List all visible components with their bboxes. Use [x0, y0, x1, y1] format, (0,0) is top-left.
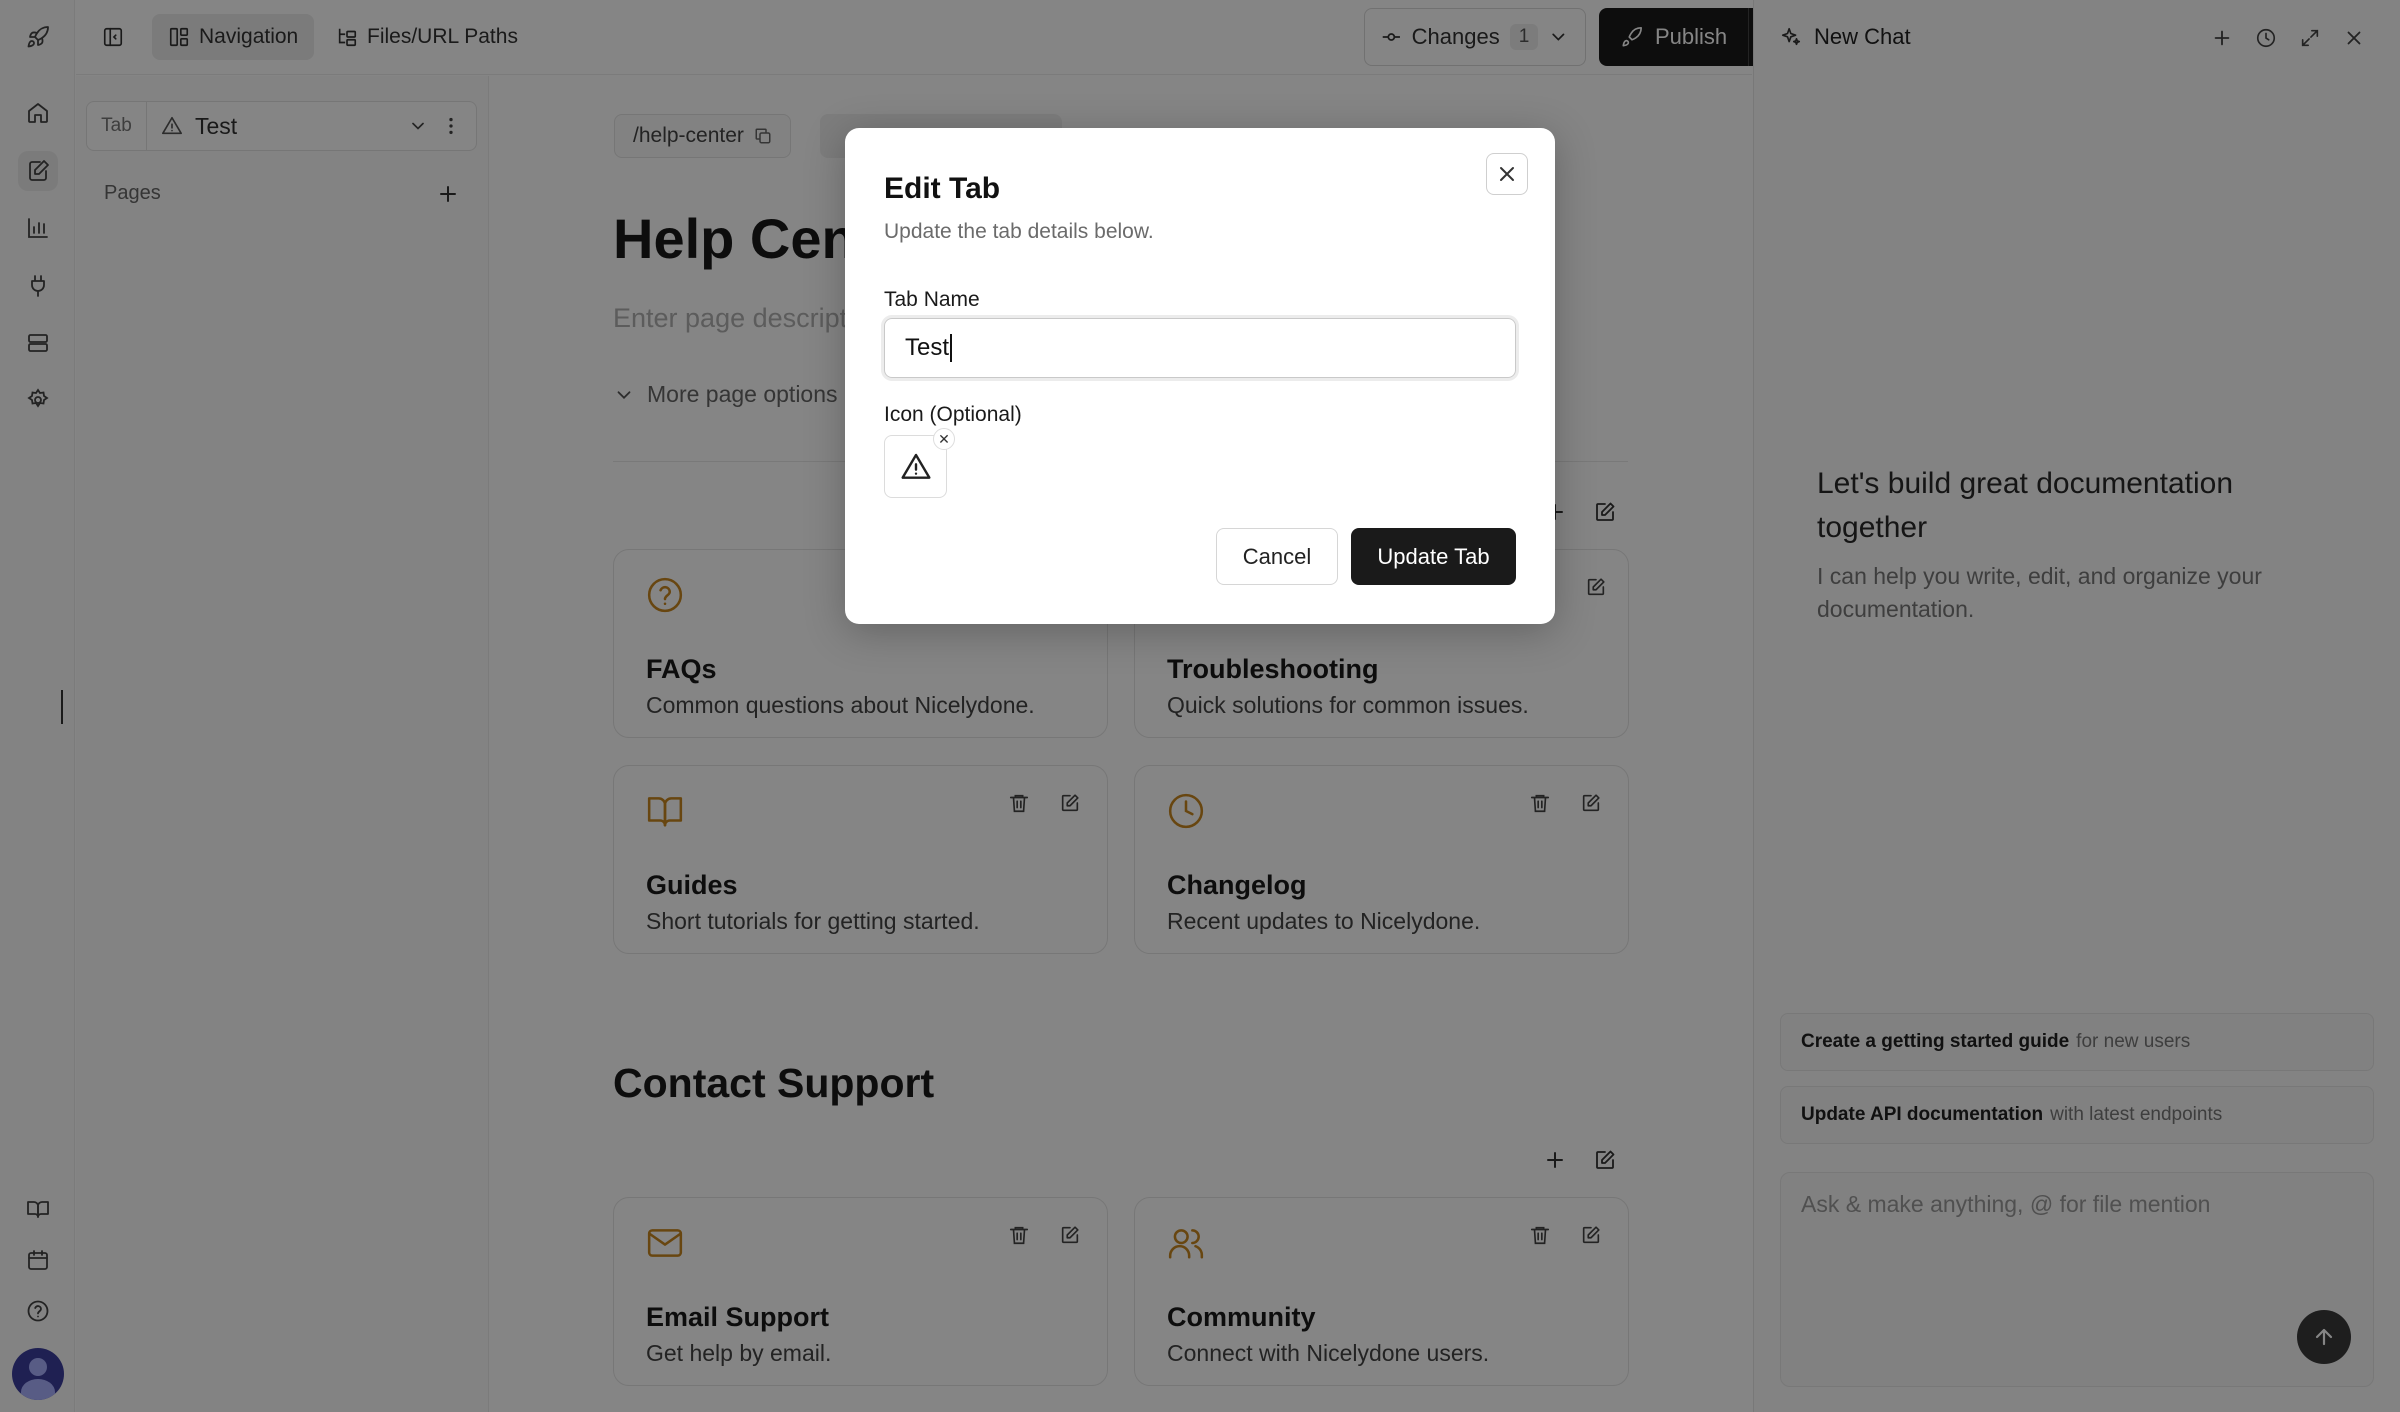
update-tab-button[interactable]: Update Tab [1351, 528, 1516, 585]
dialog-subtitle: Update the tab details below. [884, 220, 1154, 243]
edit-tab-dialog: Edit Tab Update the tab details below. T… [845, 128, 1555, 624]
tab-name-value: Test [905, 334, 950, 361]
tab-name-input[interactable]: Test [884, 318, 1516, 378]
dialog-title: Edit Tab [884, 172, 1001, 205]
icon-label: Icon (Optional) [884, 403, 1022, 426]
text-caret [950, 334, 952, 362]
remove-icon-button[interactable]: ✕ [933, 428, 955, 450]
alert-triangle-icon [900, 453, 931, 479]
cancel-button[interactable]: Cancel [1216, 528, 1338, 585]
close-icon[interactable] [1486, 153, 1528, 195]
tab-name-label: Tab Name [884, 288, 980, 311]
